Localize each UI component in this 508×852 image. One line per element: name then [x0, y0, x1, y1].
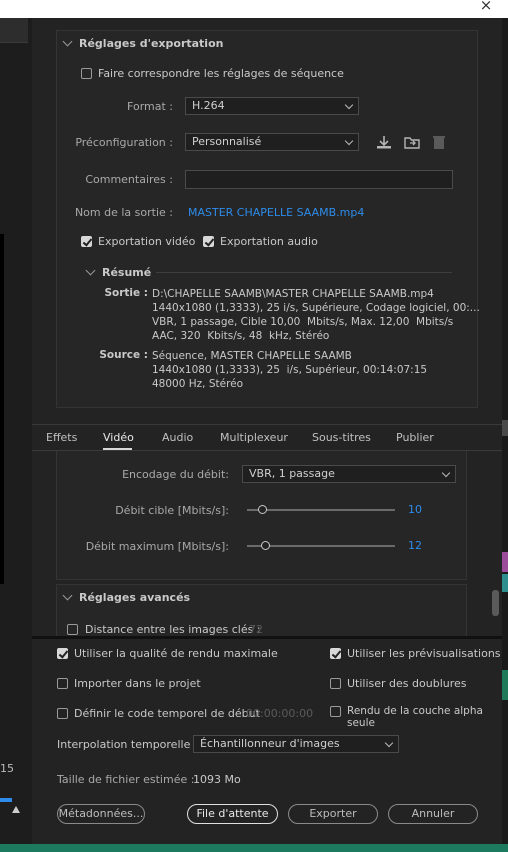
max-bitrate-label: Débit maximum [Mbits/s]:: [85, 540, 229, 553]
tab-publier[interactable]: Publier: [396, 431, 434, 444]
scrollbar-thumb[interactable]: [492, 590, 499, 616]
summary-header[interactable]: Résumé: [85, 265, 152, 279]
tab-sous-titres[interactable]: Sous-titres: [312, 431, 371, 444]
chevron-down-icon: [62, 590, 73, 601]
preset-select[interactable]: Personnalisé: [185, 133, 359, 151]
format-label: Format :: [127, 100, 173, 113]
use-previews-checkbox[interactable]: [330, 648, 341, 659]
export-settings-header[interactable]: Réglages d'exportation: [62, 36, 224, 50]
queue-button[interactable]: File d'attente: [187, 804, 278, 824]
file-size-label: Taille de fichier estimée :: [57, 773, 195, 786]
bitrate-encoding-select[interactable]: VBR, 1 passage: [242, 465, 456, 483]
start-timecode-label: Définir le code temporel de début: [74, 707, 260, 720]
summary-divider: [156, 272, 452, 273]
tab-effets[interactable]: Effets: [46, 431, 77, 444]
options-divider: [32, 636, 502, 639]
summary-output-label: Sortie :: [104, 287, 148, 299]
video-preview: [0, 234, 4, 584]
max-bitrate-value[interactable]: 12: [408, 539, 422, 552]
export-video-checkbox[interactable]: [81, 236, 92, 247]
keyframe-distance-label: Distance entre les images clés :: [85, 623, 261, 636]
chevron-down-icon: [384, 738, 394, 748]
target-bitrate-track[interactable]: [247, 509, 395, 511]
advanced-title: Réglages avancés: [79, 591, 191, 604]
render-alpha-label: Rendu de la couche alpha seule: [347, 705, 483, 729]
export-button[interactable]: Exporter: [288, 804, 378, 824]
taskbar-strip: [0, 844, 508, 852]
format-select[interactable]: H.264: [185, 97, 359, 115]
import-preset-icon[interactable]: [403, 134, 421, 150]
playhead-bar: [0, 798, 12, 802]
summary-source-line: Séquence, MASTER CHAPELLE SAAMB: [152, 350, 352, 362]
timeline-clip: [502, 670, 508, 700]
bitrate-encoding-value: VBR, 1 passage: [249, 467, 335, 480]
summary-output-line: 1440x1080 (1,3333), 25 i/s, Supérieure, …: [152, 302, 480, 314]
max-render-quality-label: Utiliser la qualité de rendu maximale: [74, 647, 278, 660]
timeline-clip: [502, 420, 508, 436]
comments-label: Commentaires :: [85, 173, 173, 186]
start-timecode-checkbox[interactable]: [57, 708, 68, 719]
export-video-label: Exportation vidéo: [98, 235, 196, 248]
match-sequence-label: Faire correspondre les réglages de séque…: [98, 67, 344, 80]
chevron-down-icon: [62, 36, 73, 47]
comments-input[interactable]: [185, 170, 453, 189]
render-alpha-checkbox[interactable]: [330, 706, 341, 717]
preset-label: Préconfiguration :: [75, 136, 173, 149]
use-proxies-label: Utiliser des doublures: [347, 677, 467, 690]
playhead-marker-icon[interactable]: [12, 806, 20, 813]
timeline-clip: [502, 552, 508, 572]
close-icon[interactable]: ×: [478, 0, 494, 13]
import-project-checkbox[interactable]: [57, 678, 68, 689]
tab-video[interactable]: Vidéo: [103, 431, 134, 444]
max-render-quality-checkbox[interactable]: [57, 648, 68, 659]
cancel-button[interactable]: Annuler: [388, 804, 478, 824]
section-title: Réglages d'exportation: [79, 37, 224, 50]
target-bitrate-value[interactable]: 10: [408, 503, 422, 516]
monitor-timecode: 15: [0, 762, 14, 775]
chevron-down-icon: [85, 265, 96, 276]
program-monitor-panel: [0, 18, 32, 852]
save-preset-icon[interactable]: [375, 134, 393, 150]
output-name-link[interactable]: MASTER CHAPELLE SAAMB.mp4: [188, 206, 364, 219]
time-interpolation-label: Interpolation temporelle :: [57, 738, 198, 751]
summary-output-line: D:\CHAPELLE SAAMB\MASTER CHAPELLE SAAMB.…: [152, 288, 434, 300]
file-size-value: 1093 Mo: [193, 773, 241, 786]
use-previews-label: Utiliser les prévisualisations: [347, 647, 501, 660]
keyframe-distance-checkbox[interactable]: [67, 624, 78, 635]
summary-output-line: AAC, 320 Kbits/s, 48 kHz, Stéréo: [152, 330, 330, 342]
metadata-button[interactable]: Métadonnées...: [57, 804, 145, 824]
target-bitrate-slider[interactable]: [257, 505, 267, 514]
time-interpolation-select[interactable]: Échantillonneur d'images: [193, 735, 399, 753]
max-bitrate-slider[interactable]: [260, 541, 270, 550]
bitrate-encoding-label: Encodage du débit:: [122, 468, 229, 481]
time-interpolation-value: Échantillonneur d'images: [200, 737, 340, 750]
summary-source-line: 1440x1080 (1,3333), 25 i/s, Supérieur, 0…: [152, 364, 428, 376]
trash-icon[interactable]: [431, 134, 447, 150]
target-bitrate-label: Débit cible [Mbits/s]:: [115, 504, 229, 517]
summary-title: Résumé: [102, 266, 152, 279]
chevron-down-icon: [344, 100, 354, 110]
tabs-top-divider: [32, 424, 502, 425]
export-audio-label: Exportation audio: [220, 235, 318, 248]
tab-audio[interactable]: Audio: [162, 431, 193, 444]
timeline-clip: [502, 574, 508, 592]
tab-multiplexeur[interactable]: Multiplexeur: [220, 431, 288, 444]
summary-source-label: Source :: [99, 349, 148, 361]
summary-output-line: VBR, 1 passage, Cible 10,00 Mbits/s, Max…: [152, 316, 454, 328]
advanced-settings-header[interactable]: Réglages avancés: [62, 590, 191, 604]
chevron-down-icon: [441, 468, 451, 478]
preset-value: Personnalisé: [192, 135, 262, 148]
use-proxies-checkbox[interactable]: [330, 678, 341, 689]
match-sequence-checkbox[interactable]: [81, 68, 92, 79]
keyframe-distance-value: 72: [249, 623, 263, 636]
chevron-down-icon: [344, 136, 354, 146]
window-top-bar: [0, 0, 508, 18]
summary-source-line: 48000 Hz, Stéréo: [152, 378, 244, 390]
import-project-label: Importer dans le projet: [74, 677, 201, 690]
program-monitor-tab[interactable]: [0, 18, 28, 43]
start-timecode-value: 00:00:00:00: [246, 707, 314, 720]
format-value: H.264: [192, 99, 225, 112]
output-name-label: Nom de la sortie :: [74, 206, 173, 219]
export-audio-checkbox[interactable]: [203, 236, 214, 247]
